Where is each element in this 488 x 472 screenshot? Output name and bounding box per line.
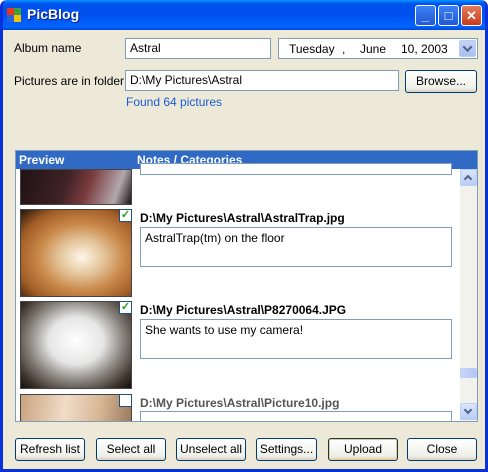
select-checkbox[interactable] <box>119 394 132 407</box>
date-weekday[interactable]: Tuesday <box>289 42 335 56</box>
scroll-down-button[interactable] <box>460 403 477 420</box>
select-all-button[interactable]: Select all <box>96 438 166 461</box>
vertical-scrollbar[interactable] <box>460 169 477 421</box>
upload-button[interactable]: Upload <box>328 438 398 461</box>
found-count-text: Found 64 pictures <box>126 95 223 109</box>
scroll-thumb[interactable] <box>460 368 477 378</box>
maximize-button[interactable]: □ <box>438 5 459 26</box>
select-checkbox[interactable]: ✓ <box>119 209 132 222</box>
album-name-label: Album name <box>14 41 82 55</box>
unselect-all-button[interactable]: Unselect all <box>176 438 246 461</box>
select-checkbox[interactable]: ✓ <box>119 301 132 314</box>
close-icon: ✕ <box>466 8 477 23</box>
folder-label: Pictures are in folder <box>14 74 125 88</box>
browse-button[interactable]: Browse... <box>405 70 477 93</box>
date-day-year[interactable]: 10, 2003 <box>401 42 448 56</box>
refresh-list-button[interactable]: Refresh list <box>15 438 85 461</box>
chevron-down-icon <box>462 42 473 53</box>
close-button[interactable]: Close <box>407 438 477 461</box>
thumbnail-image[interactable] <box>20 209 132 297</box>
close-window-button[interactable]: ✕ <box>461 5 482 26</box>
note-field[interactable]: She wants to use my camera! <box>140 319 452 359</box>
chevron-down-icon <box>463 405 473 415</box>
preview-column-header[interactable]: Preview <box>19 153 64 167</box>
scroll-up-button[interactable] <box>460 169 477 186</box>
folder-path-input[interactable]: D:\My Pictures\Astral <box>125 70 399 91</box>
picblog-window: PicBlog _ □ ✕ Album name Astral Tuesday … <box>0 0 488 472</box>
date-dropdown-button[interactable] <box>459 40 476 57</box>
note-field[interactable]: AstralTrap(tm) on the floor <box>140 227 452 267</box>
thumbnail-image[interactable] <box>20 394 132 421</box>
date-separator: , <box>342 42 346 56</box>
date-month[interactable]: June <box>360 42 386 56</box>
app-icon <box>7 8 21 22</box>
note-field[interactable] <box>140 163 452 175</box>
maximize-icon: □ <box>444 8 453 23</box>
picture-list[interactable]: Preview Notes / Categories ✓ D:\My Pictu… <box>15 150 478 422</box>
album-name-input[interactable]: Astral <box>125 38 271 59</box>
thumbnail-image[interactable] <box>20 301 132 389</box>
note-field[interactable] <box>140 411 452 421</box>
title-bar[interactable]: PicBlog _ □ ✕ <box>3 0 485 30</box>
minimize-button[interactable]: _ <box>415 5 436 26</box>
chevron-up-icon <box>463 174 473 184</box>
thumbnail-image[interactable] <box>20 169 132 205</box>
date-picker[interactable]: Tuesday , June 10, 2003 <box>278 38 478 59</box>
file-name: D:\My Pictures\Astral\P8270064.JPG <box>140 303 347 317</box>
settings-button[interactable]: Settings... <box>256 438 317 461</box>
window-title: PicBlog <box>27 6 80 22</box>
file-name: D:\My Pictures\Astral\Picture10.jpg <box>140 396 340 410</box>
minimize-icon: _ <box>421 8 430 23</box>
file-name: D:\My Pictures\Astral\AstralTrap.jpg <box>140 211 345 225</box>
